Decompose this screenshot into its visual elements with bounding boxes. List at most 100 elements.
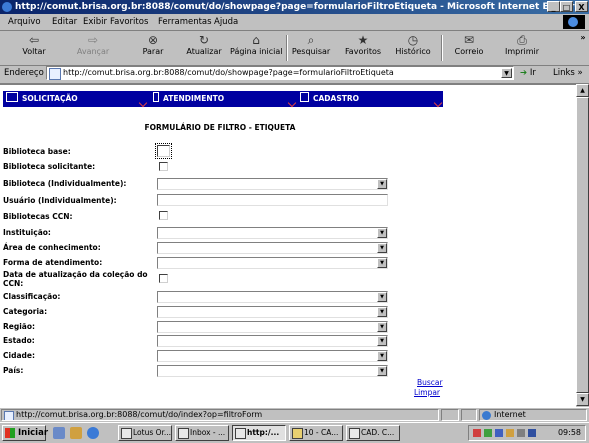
label-usuario-individual: Usuário (Individualmente): [3, 196, 117, 205]
toolbar-overflow-button[interactable]: » [578, 33, 588, 63]
tab-solicitacao[interactable]: SOLICITAÇÃO [6, 91, 148, 108]
document-icon [300, 92, 309, 102]
task-cad[interactable]: CAD. C... [346, 425, 400, 441]
home-button[interactable]: ⌂ Página inicial [230, 33, 282, 63]
chevron-down-icon: ▼ [377, 307, 387, 317]
document-task-icon [349, 428, 360, 439]
label-forma-atendimento: Forma de atendimento: [3, 258, 103, 267]
select-classificacao[interactable]: ▼ [157, 291, 388, 303]
tray-icon[interactable] [506, 429, 514, 437]
search-icon: ⌕ [307, 33, 315, 47]
task-browser[interactable]: http:/... [232, 425, 286, 441]
chevron-down-icon: ▼ [377, 258, 387, 268]
label-biblioteca-base: Biblioteca base: [3, 147, 71, 156]
menu-ferramentas[interactable]: Ferramentas [158, 17, 212, 27]
print-button[interactable]: ⎙ Imprimir [504, 33, 540, 63]
select-cidade[interactable]: ▼ [157, 350, 388, 362]
tray-icon[interactable] [473, 429, 481, 437]
select-area-conhecimento[interactable]: ▼ [157, 242, 388, 254]
select-biblioteca-individual[interactable]: ▼ [157, 178, 388, 190]
scroll-down-icon[interactable]: ▼ [576, 393, 589, 406]
select-regiao[interactable]: ▼ [157, 321, 388, 333]
select-forma-atendimento[interactable]: ▼ [157, 257, 388, 269]
label-bibliotecas-ccn: Bibliotecas CCN: [3, 212, 73, 221]
maximize-button[interactable]: □ [560, 1, 573, 12]
ie-quicklaunch-icon[interactable] [87, 427, 99, 439]
address-dropdown-icon[interactable]: ▼ [501, 68, 512, 78]
title-bar: http://comut.brisa.org.br:8088/comut/do/… [0, 0, 589, 14]
checkbox-biblioteca-solicitante[interactable] [159, 162, 168, 171]
back-arrow-icon: ⇦ [28, 33, 40, 47]
links-button[interactable]: Links » [553, 68, 583, 78]
tab-corner-icon [433, 98, 443, 108]
refresh-icon: ↻ [198, 33, 210, 47]
label-instituicao: Instituição: [3, 228, 51, 237]
task-folder[interactable]: 10 - CA... [289, 425, 343, 441]
printer-icon: ⎙ [517, 33, 527, 47]
chevron-down-icon: ▼ [377, 292, 387, 302]
history-button[interactable]: ◷ Histórico [393, 33, 433, 63]
vertical-scrollbar[interactable]: ▲ ▼ [576, 84, 589, 406]
label-classificacao: Classificação: [3, 292, 61, 301]
page-icon [4, 411, 14, 420]
tray-icon[interactable] [484, 429, 492, 437]
mail-icon: ✉ [463, 33, 475, 47]
scroll-up-icon[interactable]: ▲ [576, 84, 589, 97]
menu-arquivo[interactable]: Arquivo [8, 17, 41, 27]
refresh-button[interactable]: ↻ Atualizar [184, 33, 224, 63]
go-button[interactable]: ➔ Ir [520, 68, 536, 78]
page-content: SOLICITAÇÃO ATENDIMENTO CADASTRO FORMULÁ… [0, 84, 576, 407]
checkbox-biblioteca-base[interactable] [155, 143, 172, 159]
ie-icon [2, 2, 12, 12]
task-inbox[interactable]: Inbox - ... [175, 425, 229, 441]
select-instituicao[interactable]: ▼ [157, 227, 388, 239]
chevron-down-icon: ▼ [377, 228, 387, 238]
menu-editar[interactable]: Editar [52, 17, 77, 27]
back-button[interactable]: ⇦ Voltar [16, 33, 52, 63]
address-input[interactable]: http://comut.brisa.org.br:8088/comut/do/… [46, 66, 514, 80]
forward-button[interactable]: ⇨ Avançar [70, 33, 116, 63]
checkbox-bibliotecas-ccn[interactable] [159, 211, 168, 220]
tab-corner-icon [287, 98, 297, 108]
menu-ajuda[interactable]: Ajuda [214, 17, 238, 27]
stop-button[interactable]: ⊗ Parar [138, 33, 168, 63]
select-estado[interactable]: ▼ [157, 335, 388, 347]
system-tray: 09:58 [468, 425, 586, 441]
favorites-button[interactable]: ★ Favoritos [343, 33, 383, 63]
tab-atendimento[interactable]: ATENDIMENTO [153, 91, 297, 108]
limpar-link[interactable]: Limpar [414, 388, 440, 397]
chevron-down-icon: ▼ [377, 243, 387, 253]
checkbox-data-atualizacao[interactable] [159, 274, 168, 283]
start-button[interactable]: Iniciar [2, 425, 48, 441]
minimize-button[interactable]: _ [547, 1, 560, 12]
lotus-icon [121, 428, 132, 439]
status-zone: Internet [479, 409, 587, 421]
scroll-thumb[interactable] [576, 97, 589, 393]
menu-exibir[interactable]: Exibir [83, 17, 107, 27]
favorites-icon: ★ [357, 33, 369, 47]
tray-icon[interactable] [528, 429, 536, 437]
outlook-icon[interactable] [70, 427, 82, 439]
toolbar-separator [441, 35, 443, 61]
volume-icon[interactable] [517, 429, 525, 437]
label-biblioteca-solicitante: Biblioteca solicitante: [3, 162, 96, 171]
desktop-icon[interactable] [53, 427, 65, 439]
mail-button[interactable]: ✉ Correio [452, 33, 486, 63]
tray-icon[interactable] [495, 429, 503, 437]
toolbar-separator [286, 35, 288, 61]
buscar-link[interactable]: Buscar [417, 378, 443, 387]
select-pais[interactable]: ▼ [157, 365, 388, 377]
search-button[interactable]: ⌕ Pesquisar [291, 33, 331, 63]
status-pane [441, 409, 459, 421]
status-pane [461, 409, 477, 421]
tab-cadastro[interactable]: CADASTRO [300, 91, 443, 108]
chevron-down-icon: ▼ [377, 366, 387, 376]
go-arrow-icon: ➔ [520, 68, 528, 78]
close-button[interactable]: X [575, 1, 588, 12]
input-usuario-individual[interactable] [157, 194, 388, 206]
select-categoria[interactable]: ▼ [157, 306, 388, 318]
tab-corner-icon [138, 98, 148, 108]
task-lotus[interactable]: Lotus Or... [118, 425, 172, 441]
address-label: Endereço [4, 68, 44, 78]
menu-favoritos[interactable]: Favoritos [110, 17, 148, 27]
